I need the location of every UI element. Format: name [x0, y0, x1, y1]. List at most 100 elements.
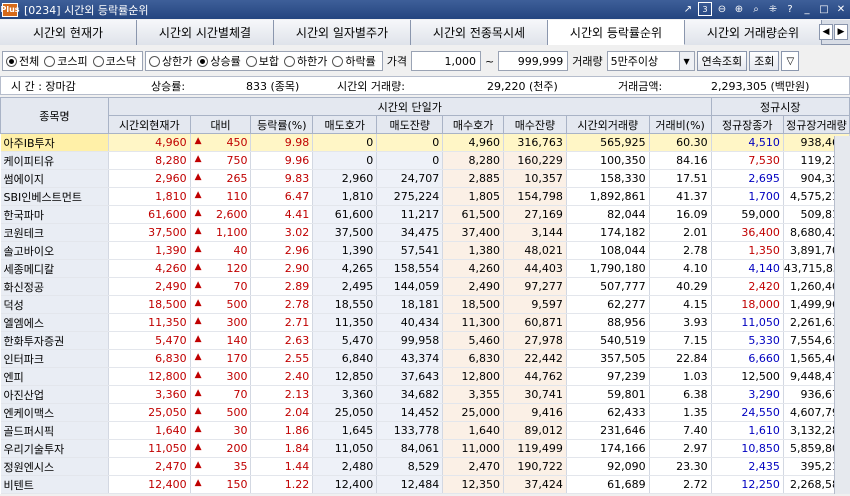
screen-3-icon[interactable]: 3 [698, 2, 712, 16]
column-header[interactable]: 매도호가 [312, 115, 378, 134]
dropdown-arrow-icon[interactable]: ▼ [678, 52, 694, 70]
close-icon[interactable]: ✕ [834, 2, 848, 16]
column-header[interactable]: 시간외거래량 [565, 115, 650, 134]
column-header[interactable]: 거래비(%) [648, 115, 712, 134]
table-row[interactable]: 썸에이지 2,960 ▲ 265 9.83 2,960 24,707 2,885 10,357 1… [0, 169, 850, 188]
tab-prev-icon[interactable]: ◀ [819, 24, 833, 40]
stock-name[interactable]: 정원엔시스 [0, 457, 109, 476]
tab-next-icon[interactable]: ▶ [834, 24, 848, 40]
tab-3[interactable]: 시간외 전종목시세 [411, 20, 548, 45]
volume-select[interactable]: 5만주이상 ▼ [606, 51, 695, 71]
table-row[interactable]: 화신정공 2,490 ▲ 70 2.89 2,495 144,059 2,490 97,277 5… [0, 277, 850, 296]
stock-name[interactable]: SBI인베스트먼트 [0, 187, 109, 206]
table-row[interactable]: 솔고바이오 1,390 ▲ 40 2.96 1,390 57,541 1,380 48,021 1… [0, 241, 850, 260]
stock-name[interactable]: 비텐트 [0, 475, 109, 494]
table-row[interactable]: 우리기술투자 11,050 ▲ 200 1.84 11,050 84,061 11,000 11… [0, 439, 850, 458]
radio-circle-icon[interactable] [92, 55, 104, 67]
direction-radio-4[interactable]: 하락률 [332, 53, 376, 69]
stock-name[interactable]: 엔케이맥스 [0, 403, 109, 422]
stock-name[interactable]: 덕성 [0, 295, 109, 314]
market-radio-1[interactable]: 코스피 [44, 53, 88, 69]
column-header[interactable]: 매수호가 [442, 115, 504, 134]
stock-name[interactable]: 케이피티유 [0, 151, 109, 170]
volume-label: 거래량 [572, 55, 603, 68]
price-to-input[interactable]: 999,999 [498, 51, 569, 71]
stock-name[interactable]: 코원테크 [0, 223, 109, 242]
tab-0[interactable]: 시간외 현재가 [0, 20, 137, 45]
maximize-icon[interactable]: □ [817, 2, 831, 16]
table-row[interactable]: 케이피티유 8,280 ▲ 750 9.96 0 0 8,280 160,229 100,350 8… [0, 151, 850, 170]
column-header[interactable]: 등락률(%) [250, 115, 314, 134]
stock-name[interactable]: 엔피 [0, 367, 109, 386]
direction-radio-3[interactable]: 하한가 [284, 53, 327, 69]
stock-name[interactable]: 한국파마 [0, 205, 109, 224]
zoom-in-icon[interactable]: ⊕ [732, 2, 746, 16]
column-header[interactable]: 매도잔량 [376, 115, 444, 134]
stock-name[interactable]: 화신정공 [0, 277, 109, 296]
radio-circle-icon[interactable] [197, 55, 209, 67]
table-row[interactable]: 엘엠에스 11,350 ▲ 300 2.71 11,350 40,434 11,300 60,8… [0, 313, 850, 332]
stock-name[interactable]: 엘엠에스 [0, 313, 109, 332]
direction-radio-1[interactable]: 상승률 [197, 53, 241, 69]
stock-name[interactable]: 아진산업 [0, 385, 109, 404]
radio-circle-icon[interactable] [44, 55, 56, 67]
table-cell: 12,350 [442, 475, 504, 494]
column-header-name[interactable]: 종목명 [0, 97, 109, 134]
filter-icon[interactable]: ▽ [781, 51, 800, 71]
up-arrow-icon: ▲ [194, 406, 202, 416]
radio-circle-icon[interactable] [245, 55, 257, 67]
stock-name[interactable]: 썸에이지 [0, 169, 109, 188]
zoom-out-icon[interactable]: ⊖ [715, 2, 729, 16]
search-icon[interactable]: ⌕ [749, 2, 763, 16]
table-row[interactable]: 아진산업 3,360 ▲ 70 2.13 3,360 34,682 3,355 30,741 59… [0, 385, 850, 404]
table-row[interactable]: 코원테크 37,500 ▲ 1,100 3.02 37,500 34,475 37,400 3,… [0, 223, 850, 242]
table-row[interactable]: 골드퍼시픽 1,640 ▲ 30 1.86 1,645 133,778 1,640 89,012… [0, 421, 850, 440]
table-cell: 1,810 [312, 187, 378, 206]
query-button[interactable]: 조회 [749, 51, 780, 71]
minimize-icon[interactable]: _ [800, 2, 814, 16]
direction-radio-2[interactable]: 보합 [245, 53, 279, 69]
stock-name[interactable]: 솔고바이오 [0, 241, 109, 260]
tab-2[interactable]: 시간외 일자별주가 [274, 20, 411, 45]
table-cell: 2.04 [250, 403, 314, 422]
table-row[interactable]: 한국파마 61,600 ▲ 2,600 4.41 61,600 11,217 61,500 27… [0, 205, 850, 224]
table-row[interactable]: 정원엔시스 2,470 ▲ 35 1.44 2,480 8,529 2,470 190,722 9… [0, 457, 850, 476]
table-row[interactable]: 인터파크 6,830 ▲ 170 2.55 6,840 43,374 6,830 22,442 3… [0, 349, 850, 368]
table-row[interactable]: 엔케이맥스 25,050 ▲ 500 2.04 25,050 14,452 25,000 9,4… [0, 403, 850, 422]
up-arrow-icon: ▲ [194, 424, 202, 434]
table-row[interactable]: 한화투자증권 5,470 ▲ 140 2.63 5,470 99,958 5,460 27,97… [0, 331, 850, 350]
table-row[interactable]: 엔피 12,800 ▲ 300 2.40 12,850 37,643 12,800 44,762… [0, 367, 850, 386]
radio-circle-icon[interactable] [284, 55, 295, 67]
stock-name[interactable]: 골드퍼시픽 [0, 421, 109, 440]
table-row[interactable]: 덕성 18,500 ▲ 500 2.78 18,550 18,181 18,500 9,597 6… [0, 295, 850, 314]
column-header[interactable]: 매수잔량 [503, 115, 567, 134]
market-radio-2[interactable]: 코스닥 [92, 53, 136, 69]
stock-name[interactable]: 아주IB투자 [0, 133, 109, 152]
table-row[interactable]: SBI인베스트먼트 1,810 ▲ 110 6.47 1,810 275,224 1,805 1… [0, 187, 850, 206]
tab-5[interactable]: 시간외 거래량순위 [685, 20, 822, 45]
stock-name[interactable]: 한화투자증권 [0, 331, 109, 350]
table-row[interactable]: 비텐트 12,400 ▲ 150 1.22 12,400 12,484 12,350 37,42… [0, 475, 850, 494]
price-from-input[interactable]: 1,000 [411, 51, 481, 71]
radio-circle-icon[interactable] [6, 55, 17, 67]
stock-name[interactable]: 인터파크 [0, 349, 109, 368]
radio-circle-icon[interactable] [332, 55, 344, 67]
column-header[interactable]: 정규장종가 [710, 115, 784, 134]
direction-radio-0[interactable]: 상한가 [149, 53, 192, 69]
market-radio-0[interactable]: 전체 [6, 53, 39, 69]
continuous-query-button[interactable]: 연속조회 [696, 51, 748, 71]
table-row[interactable]: 아주IB투자 4,960 ▲ 450 9.98 0 0 4,960 316,763 565,925… [0, 133, 850, 152]
radio-circle-icon[interactable] [149, 55, 160, 67]
tab-4[interactable]: 시간외 등락률순위 [548, 20, 685, 45]
pin-gear-icon[interactable]: ⁜ [766, 2, 780, 16]
help-icon[interactable]: ? [783, 2, 797, 16]
stock-name[interactable]: 세종메디칼 [0, 259, 109, 278]
stock-name[interactable]: 우리기술투자 [0, 439, 109, 458]
vertical-scrollbar[interactable] [834, 136, 850, 494]
column-header[interactable]: 정규장거래량 [782, 115, 850, 134]
column-header[interactable]: 시간외현재가 [107, 115, 191, 134]
column-header[interactable]: 대비 [189, 115, 252, 134]
tab-1[interactable]: 시간외 시간별체결 [137, 20, 274, 45]
pin-icon[interactable]: ↗ [681, 2, 695, 16]
table-row[interactable]: 세종메디칼 4,260 ▲ 120 2.90 4,265 158,554 4,260 44,40… [0, 259, 850, 278]
